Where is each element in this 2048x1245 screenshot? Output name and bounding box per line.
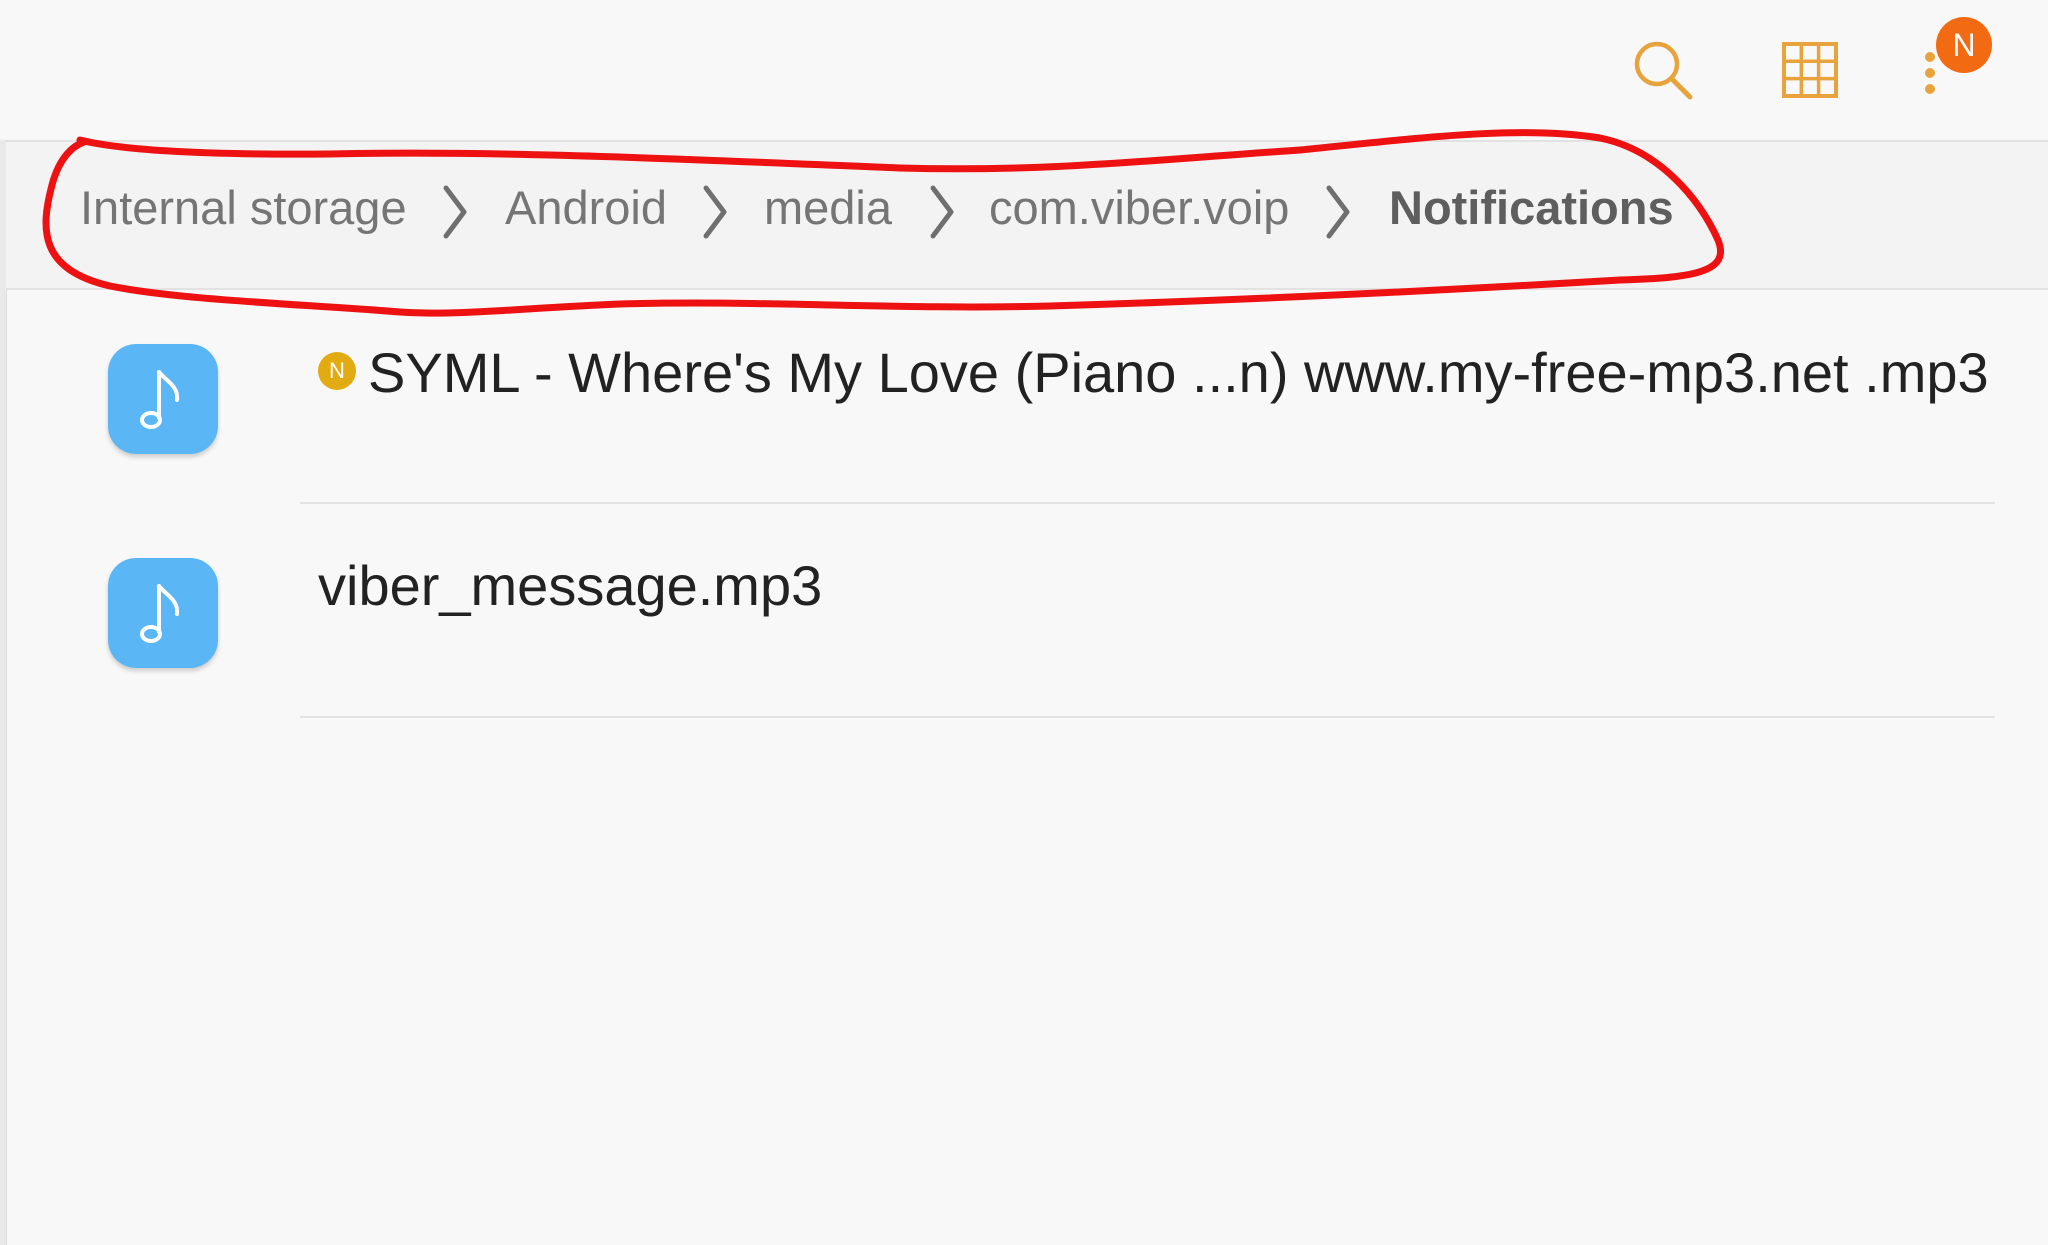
breadcrumb-item-com-viber-voip[interactable]: com.viber.voip (989, 184, 1289, 231)
chevron-right-icon (930, 185, 954, 239)
breadcrumb-item-internal-storage[interactable]: Internal storage (80, 184, 407, 231)
top-toolbar: N (0, 0, 2048, 142)
new-item-badge: N (318, 352, 356, 390)
music-note-icon (140, 584, 180, 643)
row-divider (300, 716, 1995, 718)
breadcrumb-item-android[interactable]: Android (505, 184, 667, 231)
chevron-right-icon (1326, 185, 1350, 239)
file-list-item[interactable]: viber_message.mp3 (6, 504, 2048, 718)
music-file-icon (108, 344, 218, 454)
breadcrumb-item-media[interactable]: media (764, 184, 892, 231)
breadcrumb-item-notifications[interactable]: Notifications (1389, 184, 1674, 231)
search-icon (1634, 41, 1693, 100)
grid-view-button[interactable] (1765, 30, 1855, 110)
search-button[interactable] (1618, 30, 1708, 110)
music-note-icon (140, 370, 180, 429)
grid-view-icon (1782, 42, 1838, 98)
notification-badge: N (1936, 17, 1992, 73)
chevron-right-icon (443, 185, 467, 239)
music-file-icon (108, 558, 218, 668)
file-manager-screen: N Internal storage Android media com.vib… (0, 0, 2048, 1245)
file-name: SYML - Where's My Love (Piano ...n) www.… (368, 341, 1989, 404)
breadcrumb: Internal storage Android media com.viber… (6, 142, 2048, 290)
file-name: viber_message.mp3 (318, 554, 823, 617)
chevron-right-icon (703, 185, 727, 239)
file-list-item[interactable]: N SYML - Where's My Love (Piano ...n) ww… (6, 290, 2048, 504)
